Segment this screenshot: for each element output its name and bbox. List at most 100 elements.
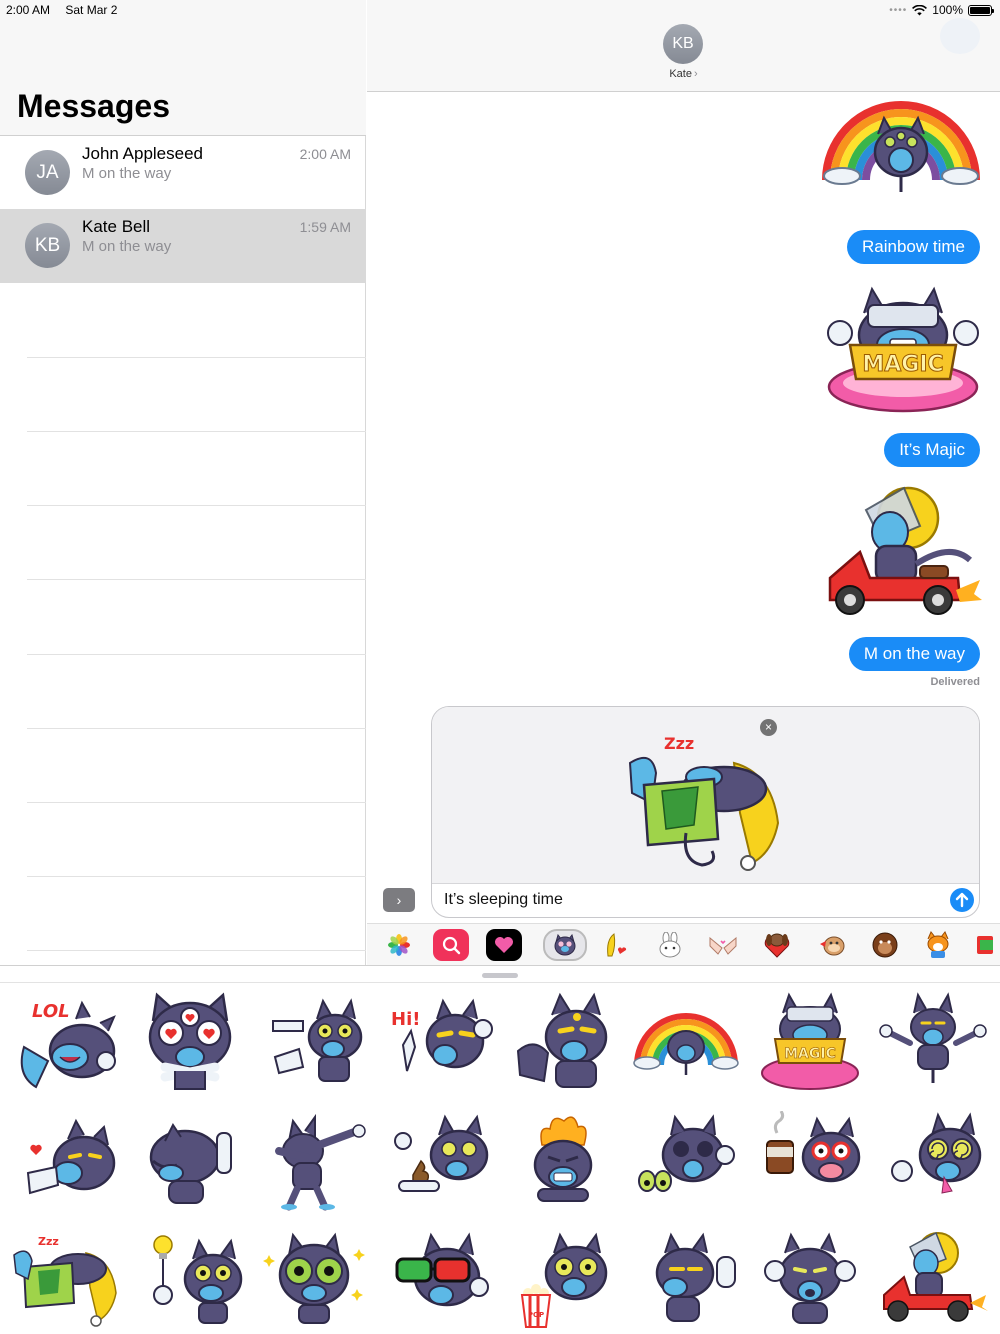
sticker-magic-cat[interactable]: MAGIC — [750, 986, 870, 1096]
sticker-meditating-cat[interactable] — [873, 986, 993, 1096]
avatar: KB — [25, 223, 70, 268]
sticker-stop-cat[interactable] — [626, 1224, 746, 1334]
hands-icon — [709, 936, 737, 955]
creature-stickers-app-button[interactable] — [814, 929, 850, 961]
scooter-cat-image — [828, 486, 982, 615]
contact-name-button[interactable]: Kate › — [367, 68, 1000, 80]
conversation-list-header: Messages — [0, 0, 366, 136]
sticker-idea-cat[interactable] — [130, 1224, 250, 1334]
sticker-pointing-cat[interactable] — [254, 986, 374, 1096]
angry-fire-cat-image — [533, 1116, 593, 1202]
conversation-name: Kate Bell — [82, 217, 151, 236]
magic-cat-image: MAGIC — [827, 286, 979, 413]
sticker-shrug-cat[interactable] — [503, 986, 623, 1096]
lol-cat-image: LOL — [20, 1000, 116, 1089]
sticker-drawer: LOL Hi! MAGIC Zzz POP — [0, 965, 1000, 1334]
drawer-handle[interactable] — [482, 973, 518, 978]
popcorn-cat-image: POP — [520, 1232, 608, 1328]
sticker-kiss-cat[interactable] — [5, 1106, 125, 1216]
sticker-hypnotized-cat[interactable] — [873, 1106, 993, 1216]
dog-heart-stickers-app-button[interactable] — [759, 929, 795, 961]
sticker-lol-cat[interactable]: LOL — [5, 986, 125, 1096]
divider — [27, 431, 366, 432]
sticker-poop-cat[interactable] — [378, 1106, 498, 1216]
lol-label: LOL — [32, 1001, 70, 1022]
photos-app-button[interactable] — [381, 929, 417, 961]
sticker-sleeping-cat[interactable]: Zzz — [5, 1224, 125, 1334]
conversation-preview: M on the way — [82, 238, 172, 255]
contact-avatar[interactable]: KB — [663, 24, 703, 64]
message-bubble[interactable]: It’s Majic — [884, 433, 980, 467]
popcorn-label: POP — [528, 1311, 544, 1319]
monkey-stickers-app-button[interactable] — [867, 929, 903, 961]
divider — [27, 505, 366, 506]
conversation-preview: M on the way — [82, 165, 172, 182]
search-images-icon — [442, 936, 461, 955]
fox-stickers-app-button[interactable] — [920, 929, 956, 961]
sticker-3d-glasses-cat[interactable] — [378, 1224, 498, 1334]
poop-cat-image — [394, 1114, 489, 1192]
scared-cat-image — [638, 1114, 735, 1192]
kiss-cat-image — [26, 1118, 116, 1195]
divider — [27, 579, 366, 580]
sticker-coffee-cat[interactable] — [750, 1106, 870, 1216]
shocked-cat-image — [764, 1232, 856, 1324]
magic-label: MAGIC — [784, 1046, 836, 1062]
hi-label: Hi! — [391, 1009, 420, 1030]
hypnotized-cat-image — [891, 1112, 982, 1194]
message-input[interactable]: It’s sleeping time — [444, 891, 563, 909]
conversation-john-appleseed[interactable]: JA John Appleseed M on the way 2:00 AM — [0, 136, 366, 210]
conversation-kate-bell[interactable]: KB Kate Bell M on the way 1:59 AM — [0, 209, 366, 283]
sticker-rainbow-cat[interactable] — [626, 986, 746, 1096]
facepalm-cat-image — [149, 1123, 232, 1204]
scooter-cat-sticker[interactable] — [820, 482, 982, 624]
messages-app: 2:00 AM Sat Mar 2 •••• 100% Messages JA … — [0, 0, 1000, 1334]
sticker-dab-cat[interactable] — [254, 1106, 374, 1216]
message-bubble[interactable]: Rainbow time — [847, 230, 980, 264]
divider — [27, 728, 366, 729]
3d-glasses-cat-image — [395, 1232, 489, 1307]
sticker-heart-eyes-cat[interactable] — [130, 986, 250, 1096]
battery-icon — [968, 4, 994, 16]
expand-apps-button[interactable]: › — [383, 888, 415, 912]
sticker-scared-cat[interactable] — [626, 1106, 746, 1216]
creature-icon — [820, 936, 845, 956]
delivered-status: Delivered — [930, 676, 980, 688]
banana-icon — [607, 933, 627, 957]
hi-cat-image: Hi! — [391, 998, 493, 1072]
conversation-time: 2:00 AM — [299, 146, 351, 162]
arrow-up-icon — [955, 892, 969, 908]
scooter-cat-image — [883, 1231, 988, 1322]
chevron-right-icon: › — [693, 68, 698, 80]
divider — [27, 950, 366, 951]
remove-attachment-button[interactable]: × — [760, 719, 777, 736]
message-bubble[interactable]: M on the way — [848, 637, 980, 671]
bunny-stickers-app-button[interactable] — [652, 929, 688, 961]
status-time: 2:00 AM — [6, 3, 51, 17]
sticker-scooter-cat[interactable] — [873, 1224, 993, 1334]
photos-icon — [388, 934, 410, 956]
facetime-icon[interactable] — [940, 18, 980, 54]
banana-stickers-app-button[interactable] — [599, 929, 635, 961]
more-stickers-app-button[interactable] — [973, 929, 1000, 961]
compose-field[interactable]: Zzz × It’s sleeping time — [431, 706, 980, 918]
search-images-app-button[interactable] — [433, 929, 469, 961]
sticker-sparkle-eyes-cat[interactable] — [254, 1224, 374, 1334]
dab-cat-image — [275, 1113, 366, 1211]
sticker-shocked-cat[interactable] — [750, 1224, 870, 1334]
sticker-facepalm-cat[interactable] — [130, 1106, 250, 1216]
coffee-cat-image — [766, 1111, 861, 1183]
contact-name: Kate — [669, 68, 692, 80]
sleeping-cat-attachment[interactable]: Zzz — [622, 733, 786, 873]
shrug-cat-image — [516, 992, 608, 1088]
send-button[interactable] — [950, 888, 974, 912]
cat-stickers-app-button[interactable] — [543, 929, 587, 961]
digital-touch-app-button[interactable] — [486, 929, 522, 961]
sticker-hi-cat[interactable]: Hi! — [378, 986, 498, 1096]
magic-cat-sticker[interactable]: MAGIC — [820, 283, 986, 415]
rainbow-cat-sticker[interactable] — [820, 100, 982, 196]
hands-stickers-app-button[interactable] — [705, 929, 741, 961]
sticker-popcorn-cat[interactable]: POP — [503, 1224, 623, 1334]
divider — [27, 654, 366, 655]
sticker-angry-fire-cat[interactable] — [503, 1106, 623, 1216]
